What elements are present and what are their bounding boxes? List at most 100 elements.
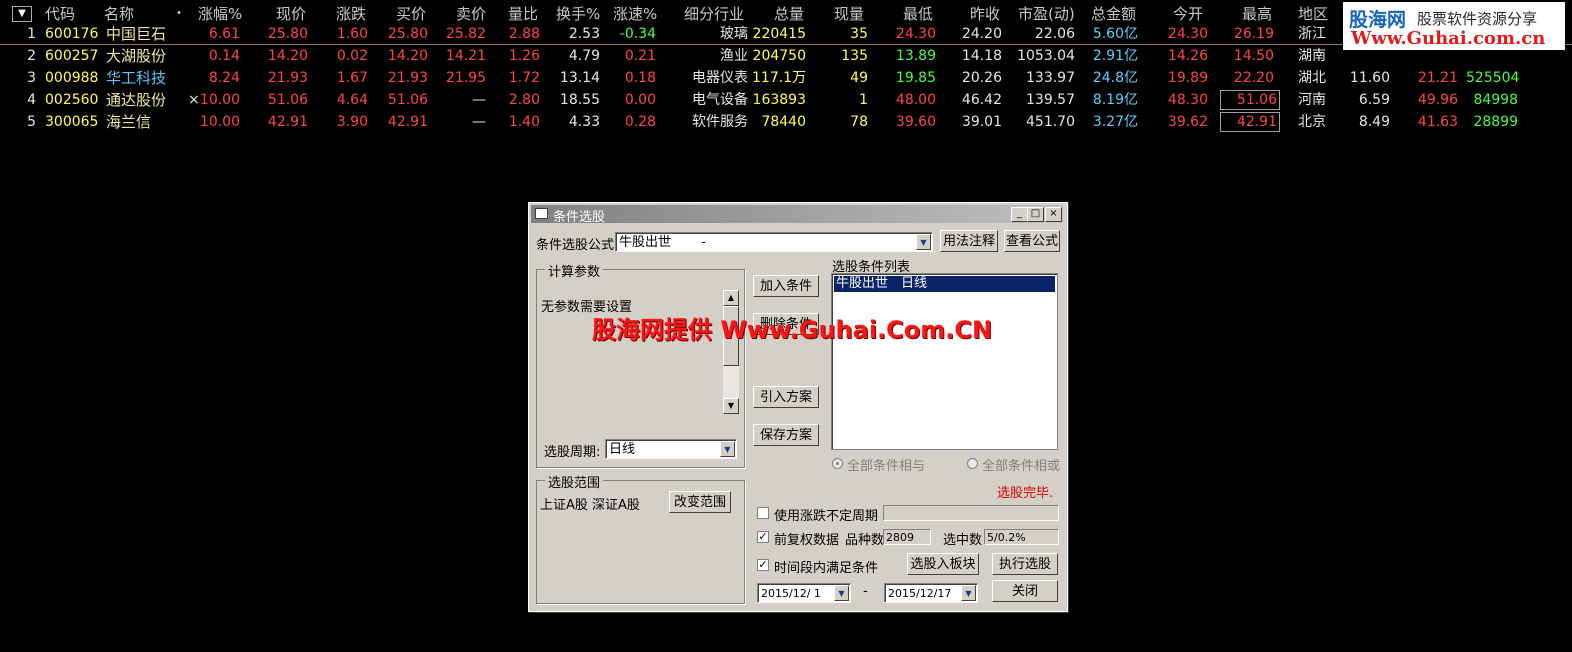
to-block-button[interactable]: 选股入板块	[907, 553, 979, 575]
dialog-titlebar[interactable]: 条件选股 _ □ ×	[531, 205, 1063, 225]
cell-high: 42.91	[1220, 112, 1280, 132]
condition-list[interactable]: 牛股出世 日线	[831, 273, 1058, 450]
col-industry[interactable]: 细分行业	[684, 4, 744, 24]
col-code[interactable]: 代码	[45, 4, 75, 24]
cell-chg: 3.90	[336, 114, 368, 130]
table-row[interactable]: 5 300065 海兰信 10.00 42.91 3.90 42.91 — 1.40 4.33 0.…	[0, 111, 1572, 133]
cell-price: 25.80	[267, 26, 308, 42]
cell-pct: 8.24	[208, 70, 240, 86]
col-prev-close[interactable]: 昨收	[970, 4, 1000, 24]
cell-x1: 6.59	[1358, 92, 1390, 108]
col-ask[interactable]: 卖价	[456, 4, 486, 24]
time-period-checkbox[interactable]: ✓	[757, 559, 769, 571]
cell-high: 14.50	[1233, 48, 1274, 64]
cell-mark	[188, 111, 198, 133]
forward-adjust-checkbox[interactable]: ✓	[757, 531, 769, 543]
col-pe[interactable]: 市盈(动)	[1018, 4, 1075, 24]
cell-ask: —	[472, 114, 486, 130]
col-speed[interactable]: 涨速%	[613, 4, 657, 24]
maximize-icon[interactable]: □	[1027, 207, 1044, 222]
import-plan-button[interactable]: 引入方案	[753, 386, 819, 408]
date-from-picker[interactable]: 2015/12/ 1 ▼	[757, 583, 851, 603]
chevron-down-icon[interactable]: ▼	[720, 441, 735, 457]
cell-no: 3	[27, 70, 36, 86]
cell-ind: 软件服务	[692, 114, 748, 130]
cell-turn: 18.55	[559, 92, 600, 108]
close-icon[interactable]: ×	[1045, 207, 1062, 222]
close-button[interactable]: 关闭	[992, 580, 1058, 602]
period-label: 选股周期:	[544, 445, 601, 460]
cell-open: 14.26	[1167, 48, 1208, 64]
cell-price: 14.20	[267, 48, 308, 64]
cell-turn: 2.53	[568, 26, 600, 42]
cell-bid: 42.91	[387, 114, 428, 130]
chevron-down-icon[interactable]: ▼	[961, 585, 976, 601]
minimize-icon[interactable]: _	[1011, 207, 1028, 222]
col-turnover[interactable]: 换手%	[556, 4, 600, 24]
site-logo: 股海网 股票软件资源分享 Www.Guhai.com.cn	[1343, 2, 1565, 50]
col-volume-ratio[interactable]: 量比	[508, 4, 538, 24]
period-progress-field	[883, 505, 1059, 521]
cell-cur: 135	[841, 48, 868, 64]
usage-notes-button[interactable]: 用法注释	[940, 230, 998, 252]
cell-no: 5	[27, 114, 36, 130]
col-volume[interactable]: 总量	[774, 4, 804, 24]
cell-vol: 163893	[752, 92, 806, 108]
col-bid[interactable]: 买价	[396, 4, 426, 24]
col-pct[interactable]: 涨幅%	[198, 4, 242, 24]
chevron-down-icon[interactable]: ▼	[916, 234, 931, 250]
list-item[interactable]: 牛股出世 日线	[834, 276, 1055, 292]
col-name[interactable]: 名称	[104, 4, 134, 24]
cell-region: 湖南	[1298, 48, 1326, 64]
cell-high: 26.19	[1233, 26, 1274, 42]
header-menu-button[interactable]: ▼	[12, 6, 32, 22]
cell-x3: 84998	[1473, 92, 1518, 108]
cell-vr: 1.72	[508, 70, 540, 86]
cell-chg: 4.64	[336, 92, 368, 108]
col-high[interactable]: 最高	[1242, 4, 1272, 24]
cell-low: 19.85	[895, 70, 936, 86]
formula-select[interactable]: 牛股出世 - ▼	[615, 232, 933, 252]
cell-pct: 10.00	[199, 92, 240, 108]
col-open[interactable]: 今开	[1173, 4, 1203, 24]
col-region[interactable]: 地区	[1298, 4, 1328, 24]
table-row[interactable]: 2 600257 大湖股份 0.14 14.20 0.02 14.20 14.21 1.26 4.…	[0, 45, 1572, 67]
col-low[interactable]: 最低	[903, 4, 933, 24]
cell-prev: 39.01	[961, 114, 1002, 130]
cell-cur: 78	[850, 114, 868, 130]
cell-chg: 1.67	[336, 70, 368, 86]
formula-label: 条件选股公式	[536, 238, 615, 253]
change-range-button[interactable]: 改变范围	[669, 491, 731, 513]
col-price[interactable]: 现价	[276, 4, 306, 24]
cell-speed: -0.34	[619, 26, 656, 42]
cell-pe: 133.97	[1026, 70, 1075, 86]
scroll-up-icon[interactable]: ▲	[723, 290, 739, 306]
col-change[interactable]: 涨跌	[336, 4, 366, 24]
view-formula-button[interactable]: 查看公式	[1004, 230, 1060, 252]
chevron-down-icon[interactable]: ▼	[834, 585, 849, 601]
cell-ask: 14.21	[445, 48, 486, 64]
table-row[interactable]: 4 002560 通达股份 × 10.00 51.06 4.64 51.06—2.80 18.5…	[0, 89, 1572, 111]
status-text: 选股完毕.	[997, 486, 1054, 501]
variable-period-label: 使用涨跌不定周期	[774, 509, 879, 524]
cell-low: 48.00	[895, 92, 936, 108]
cell-vr: 2.80	[508, 92, 540, 108]
scroll-down-icon[interactable]: ▼	[723, 398, 739, 414]
cell-turn: 4.79	[568, 48, 600, 64]
table-row[interactable]: 3 000988 华工科技 8.24 21.93 1.67 21.93 21.95 1.72 13…	[0, 67, 1572, 89]
execute-screening-button[interactable]: 执行选股	[992, 553, 1058, 575]
range-text: 上证A股 深证A股	[540, 498, 640, 513]
radio-and[interactable]	[832, 458, 843, 469]
variable-period-checkbox[interactable]	[757, 507, 769, 519]
cell-price: 42.91	[267, 114, 308, 130]
params-scrollbar[interactable]: ▲ ▼	[723, 290, 739, 414]
save-plan-button[interactable]: 保存方案	[753, 424, 819, 446]
cell-pe: 22.06	[1034, 26, 1075, 42]
radio-or[interactable]	[967, 458, 978, 469]
period-select[interactable]: 日线 ▼	[605, 439, 737, 459]
table-row[interactable]: 1 600176 中国巨石 6.61 25.80 1.60 25.80 25.82 2.88 2.…	[0, 23, 1572, 45]
col-amount[interactable]: 总金额	[1091, 4, 1136, 24]
col-current-vol[interactable]: 现量	[834, 4, 864, 24]
date-to-picker[interactable]: 2015/12/17 ▼	[884, 583, 978, 603]
add-condition-button[interactable]: 加入条件	[753, 275, 819, 297]
